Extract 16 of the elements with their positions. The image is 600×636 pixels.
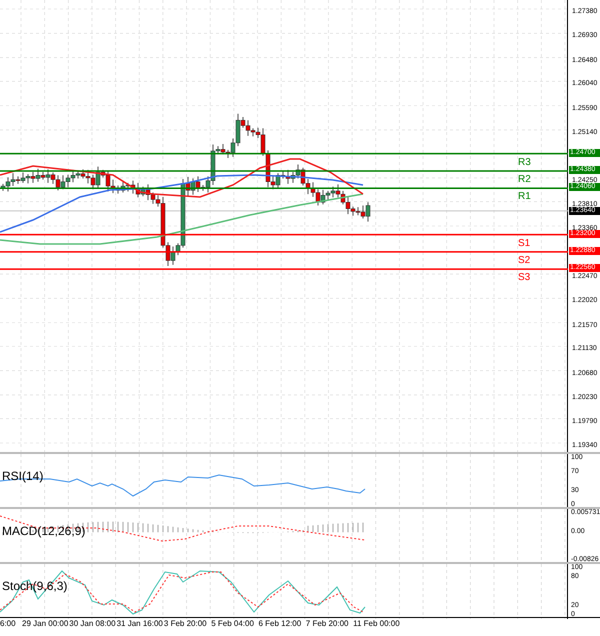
level-name: R1 — [518, 192, 531, 202]
time-axis-label: 29 Jan 00:00 — [22, 620, 68, 628]
level-name: R2 — [518, 174, 531, 185]
time-axis-label: 31 Jan 16:00 — [116, 620, 163, 628]
time-axis-label: 5 Feb 04:00 — [211, 620, 254, 628]
time-axis-label: 7 Feb 20:00 — [306, 620, 348, 628]
indicator-label: MACD(12,26,9) — [2, 525, 86, 537]
level-name: S2 — [518, 256, 530, 266]
time-axis-label: 3 Feb 20:00 — [164, 620, 207, 628]
level-name: R3 — [518, 158, 531, 168]
time-axis-label: 11 Feb 00:00 — [353, 620, 400, 628]
level-name: S3 — [518, 273, 530, 284]
time-axis-label: 30 Jan 08:00 — [69, 620, 116, 628]
time-axis-label: 6:00 — [0, 620, 16, 628]
time-axis-label: 6 Feb 12:00 — [258, 620, 302, 628]
level-name: S1 — [518, 238, 530, 249]
